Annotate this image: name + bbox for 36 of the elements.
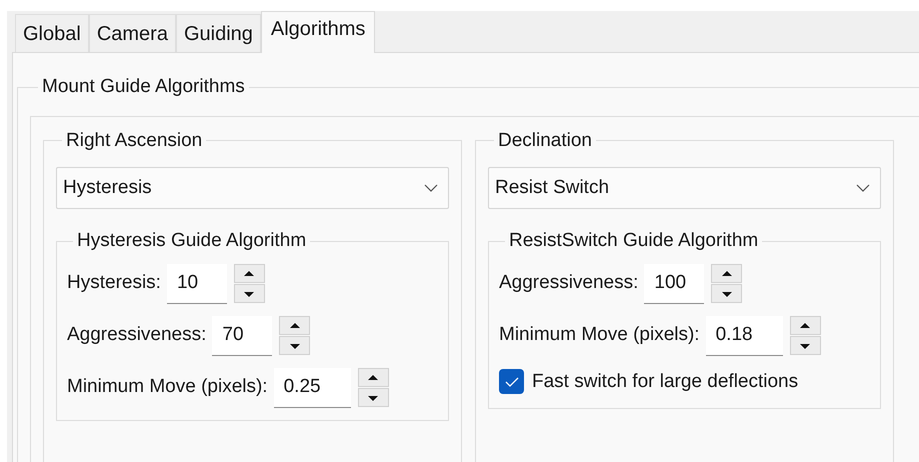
spin-up-button[interactable] — [790, 316, 821, 335]
spin-up-button[interactable] — [711, 264, 742, 283]
field-label: Hysteresis: — [67, 271, 161, 296]
field-label: Minimum Move (pixels): — [67, 375, 268, 400]
spin-down-button[interactable] — [234, 284, 265, 303]
number-field[interactable]: 70 — [212, 316, 272, 356]
tab[interactable]: Guiding — [176, 14, 261, 52]
axis-title: Right Ascension — [65, 128, 204, 152]
settings-title: ResistSwitch Guide Algorithm — [508, 229, 760, 253]
algorithm-dropdown[interactable]: Resist Switch — [488, 167, 881, 209]
number-field[interactable]: 0.25 — [274, 368, 351, 408]
axis-title: Declination — [497, 128, 593, 152]
checkbox[interactable] — [499, 369, 524, 394]
spin-down-button[interactable] — [279, 336, 310, 355]
field-label: Minimum Move (pixels): — [499, 323, 700, 348]
spin-up-button[interactable] — [279, 316, 310, 335]
spin-down-button[interactable] — [711, 284, 742, 303]
tab[interactable]: Global — [15, 14, 89, 52]
tab[interactable]: Algorithms — [260, 11, 376, 53]
spin-up-button[interactable] — [234, 264, 265, 283]
settings-title: Hysteresis Guide Algorithm — [76, 229, 308, 253]
chevron-down-icon — [856, 184, 870, 192]
number-field[interactable]: 100 — [644, 264, 704, 304]
chevron-down-icon — [424, 184, 438, 192]
checkmark-icon — [504, 376, 518, 387]
number-field[interactable]: 0.18 — [706, 316, 783, 356]
field-label: Aggressiveness: — [499, 271, 638, 296]
algorithm-dropdown[interactable]: Hysteresis — [56, 167, 449, 209]
spin-down-button[interactable] — [790, 336, 821, 355]
checkbox-label: Fast switch for large deflections — [532, 370, 798, 394]
spin-down-button[interactable] — [358, 388, 389, 407]
number-field[interactable]: 10 — [166, 264, 227, 304]
spin-up-button[interactable] — [358, 368, 389, 387]
field-label: Aggressiveness: — [67, 323, 206, 348]
tab[interactable]: Camera — [88, 14, 176, 52]
group-title: Mount Guide Algorithms — [41, 75, 246, 99]
